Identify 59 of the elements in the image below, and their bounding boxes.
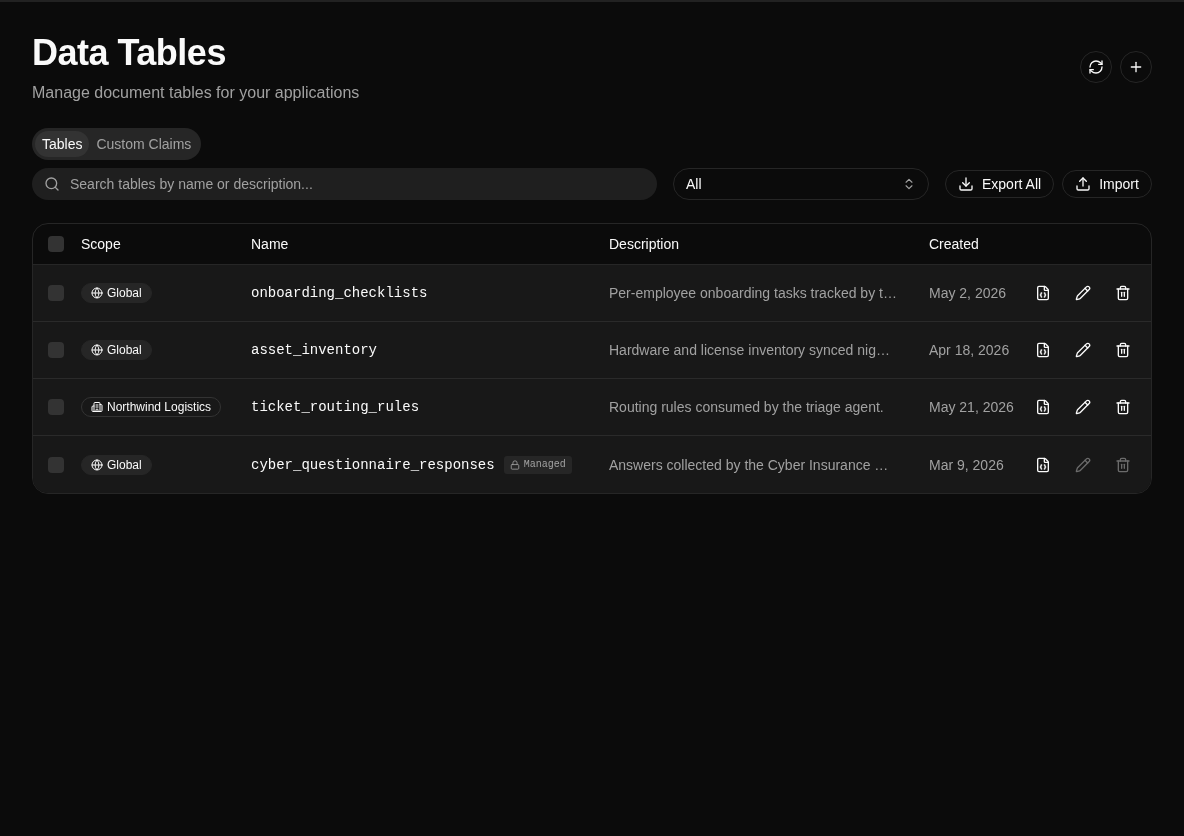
plus-icon (1128, 59, 1144, 75)
column-header: Name (251, 236, 289, 252)
file-json-icon (1035, 456, 1051, 473)
scope-label: Global (107, 343, 142, 357)
search-input[interactable]: Search tables by name or description... (68, 175, 645, 193)
pencil-icon (1075, 456, 1091, 473)
globe-icon (91, 458, 103, 471)
created-date: Mar 9, 2026 (929, 456, 1004, 473)
trash-icon (1115, 399, 1131, 415)
import-button[interactable]: Import (1062, 170, 1152, 198)
search-field[interactable]: Search tables by name or description... (32, 168, 657, 200)
table-name: asset_inventory (251, 342, 378, 358)
search-icon (44, 176, 60, 192)
created-date: May 21, 2026 (929, 399, 1014, 415)
page-title: Data Tables (32, 32, 227, 74)
file-json-icon (1035, 285, 1051, 301)
globe-icon (91, 287, 103, 299)
created-date: Apr 18, 2026 (929, 342, 1010, 358)
scope-label: Northwind Logistics (107, 400, 212, 414)
table-description: Answers collected by the Cyber Insurance … (609, 456, 889, 473)
pencil-icon (1075, 342, 1091, 358)
row-checkbox[interactable] (48, 399, 64, 415)
globe-icon (91, 344, 103, 356)
table-description: Routing rules consumed by the triage agent. (609, 399, 884, 415)
add-button[interactable] (1120, 51, 1152, 83)
tab[interactable]: Custom Claims (89, 131, 199, 157)
scope-label: Global (107, 286, 142, 300)
file-json-icon (1035, 399, 1051, 415)
table-description: Per-employee onboarding tasks tracked by t… (609, 285, 897, 301)
row-checkbox[interactable] (48, 456, 64, 473)
refresh-icon (1088, 59, 1104, 75)
scope-select[interactable]: All (673, 168, 929, 200)
lock-icon (509, 459, 520, 470)
refresh-button[interactable] (1080, 51, 1112, 83)
trash-icon (1115, 456, 1131, 473)
column-header: Scope (81, 236, 121, 252)
download-icon (958, 176, 974, 192)
upload-icon (1075, 176, 1092, 192)
file-json-icon (1035, 342, 1051, 358)
pencil-icon (1075, 399, 1091, 415)
tab[interactable]: Tables (35, 131, 90, 157)
trash-icon (1115, 342, 1131, 358)
column-header: Description (609, 236, 680, 252)
pencil-icon (1075, 285, 1091, 301)
managed-label: Managed (523, 459, 566, 470)
table-name: ticket_routing_rules (251, 399, 420, 415)
trash-icon (1115, 285, 1131, 301)
building-icon (91, 401, 103, 413)
scope-label: Global (107, 457, 142, 472)
row-checkbox[interactable] (48, 285, 64, 301)
page-subtitle: Manage document tables for your applications (32, 84, 360, 102)
column-header: Created (929, 236, 979, 252)
table-description: Hardware and license inventory synced nig… (609, 342, 890, 358)
row-checkbox[interactable] (48, 342, 64, 358)
table-name: cyber_questionnaire_responses (251, 456, 495, 473)
select-all-checkbox[interactable] (48, 236, 64, 252)
export-button[interactable]: Export All (945, 170, 1055, 198)
created-date: May 2, 2026 (929, 285, 1007, 301)
table-name: onboarding_checklists (251, 285, 428, 301)
